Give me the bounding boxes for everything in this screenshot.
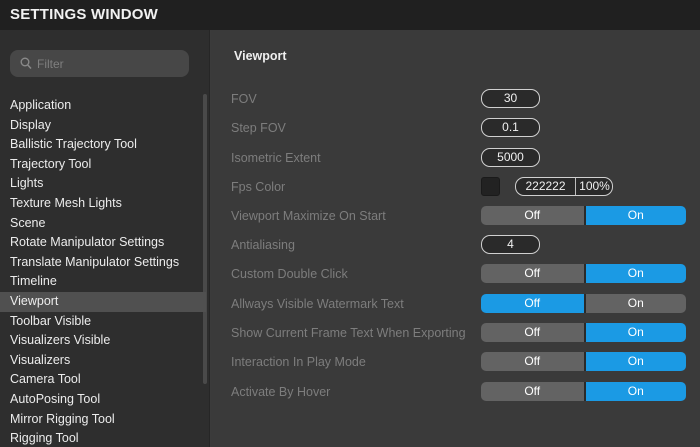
fps-color-field[interactable]: 222222 100%	[515, 177, 613, 196]
interaction-play-mode-on-option[interactable]: On	[583, 352, 686, 371]
frame-text-exporting-on-option[interactable]: On	[583, 323, 686, 342]
custom-double-click-on-option[interactable]: On	[583, 264, 686, 283]
fov-label: FOV	[231, 92, 257, 106]
window-title: SETTINGS WINDOW	[0, 0, 700, 30]
viewport-maximize-on-option[interactable]: On	[583, 206, 686, 225]
activate-by-hover-off-option[interactable]: Off	[481, 382, 584, 401]
fov-field[interactable]: 30	[481, 89, 540, 108]
sidebar-item-toolbar-visible[interactable]: Toolbar Visible	[0, 312, 206, 332]
sidebar-item-rigging-tool[interactable]: Rigging Tool	[0, 429, 206, 447]
sidebar-item-lights[interactable]: Lights	[0, 174, 206, 194]
sidebar-item-mirror-rigging-tool[interactable]: Mirror Rigging Tool	[0, 410, 206, 430]
sidebar-item-texture-mesh-lights[interactable]: Texture Mesh Lights	[0, 194, 206, 214]
sidebar-item-application[interactable]: Application	[0, 96, 206, 116]
section-title: Viewport	[234, 49, 287, 63]
sidebar: Application Display Ballistic Trajectory…	[0, 30, 210, 447]
activate-by-hover-toggle[interactable]: Off On	[481, 382, 686, 401]
sidebar-item-viewport[interactable]: Viewport	[0, 291, 206, 312]
fps-color-hex[interactable]: 222222	[516, 178, 576, 195]
sidebar-item-rotate-manipulator-settings[interactable]: Rotate Manipulator Settings	[0, 233, 206, 253]
sidebar-item-scene[interactable]: Scene	[0, 214, 206, 234]
watermark-text-on-option[interactable]: On	[583, 294, 686, 313]
custom-double-click-label: Custom Double Click	[231, 267, 348, 281]
interaction-play-mode-off-option[interactable]: Off	[481, 352, 584, 371]
watermark-text-off-option[interactable]: Off	[481, 294, 584, 313]
sidebar-item-autoposing-tool[interactable]: AutoPosing Tool	[0, 390, 206, 410]
sidebar-item-display[interactable]: Display	[0, 116, 206, 136]
filter-box[interactable]	[10, 50, 189, 77]
sidebar-item-translate-manipulator-settings[interactable]: Translate Manipulator Settings	[0, 253, 206, 273]
frame-text-exporting-off-option[interactable]: Off	[481, 323, 584, 342]
step-fov-field[interactable]: 0.1	[481, 118, 540, 137]
search-icon	[20, 57, 32, 70]
watermark-text-label: Allways Visible Watermark Text	[231, 297, 404, 311]
sidebar-item-trajectory-tool[interactable]: Trajectory Tool	[0, 155, 206, 175]
filter-input[interactable]	[37, 50, 182, 77]
custom-double-click-off-option[interactable]: Off	[481, 264, 584, 283]
sidebar-item-visualizers-visible[interactable]: Visualizers Visible	[0, 331, 206, 351]
antialiasing-label: Antialiasing	[231, 238, 295, 252]
frame-text-exporting-toggle[interactable]: Off On	[481, 323, 686, 342]
custom-double-click-toggle[interactable]: Off On	[481, 264, 686, 283]
viewport-maximize-label: Viewport Maximize On Start	[231, 209, 386, 223]
fps-color-opacity[interactable]: 100%	[576, 178, 613, 195]
viewport-maximize-off-option[interactable]: Off	[481, 206, 584, 225]
isometric-extent-label: Isometric Extent	[231, 151, 321, 165]
sidebar-item-timeline[interactable]: Timeline	[0, 272, 206, 292]
watermark-text-toggle[interactable]: Off On	[481, 294, 686, 313]
settings-category-list: Application Display Ballistic Trajectory…	[0, 96, 206, 447]
settings-panel: Viewport FOV 30 Step FOV 0.1 Isometric E…	[211, 30, 700, 447]
sidebar-item-camera-tool[interactable]: Camera Tool	[0, 370, 206, 390]
fps-color-label: Fps Color	[231, 180, 286, 194]
viewport-maximize-toggle[interactable]: Off On	[481, 206, 686, 225]
activate-by-hover-on-option[interactable]: On	[583, 382, 686, 401]
isometric-extent-field[interactable]: 5000	[481, 148, 540, 167]
sidebar-item-ballistic-trajectory-tool[interactable]: Ballistic Trajectory Tool	[0, 135, 206, 155]
frame-text-exporting-label: Show Current Frame Text When Exporting	[231, 326, 466, 340]
interaction-play-mode-label: Interaction In Play Mode	[231, 355, 366, 369]
fps-color-swatch[interactable]	[481, 177, 500, 196]
step-fov-label: Step FOV	[231, 121, 286, 135]
antialiasing-field[interactable]: 4	[481, 235, 540, 254]
sidebar-item-visualizers[interactable]: Visualizers	[0, 351, 206, 371]
interaction-play-mode-toggle[interactable]: Off On	[481, 352, 686, 371]
activate-by-hover-label: Activate By Hover	[231, 385, 331, 399]
